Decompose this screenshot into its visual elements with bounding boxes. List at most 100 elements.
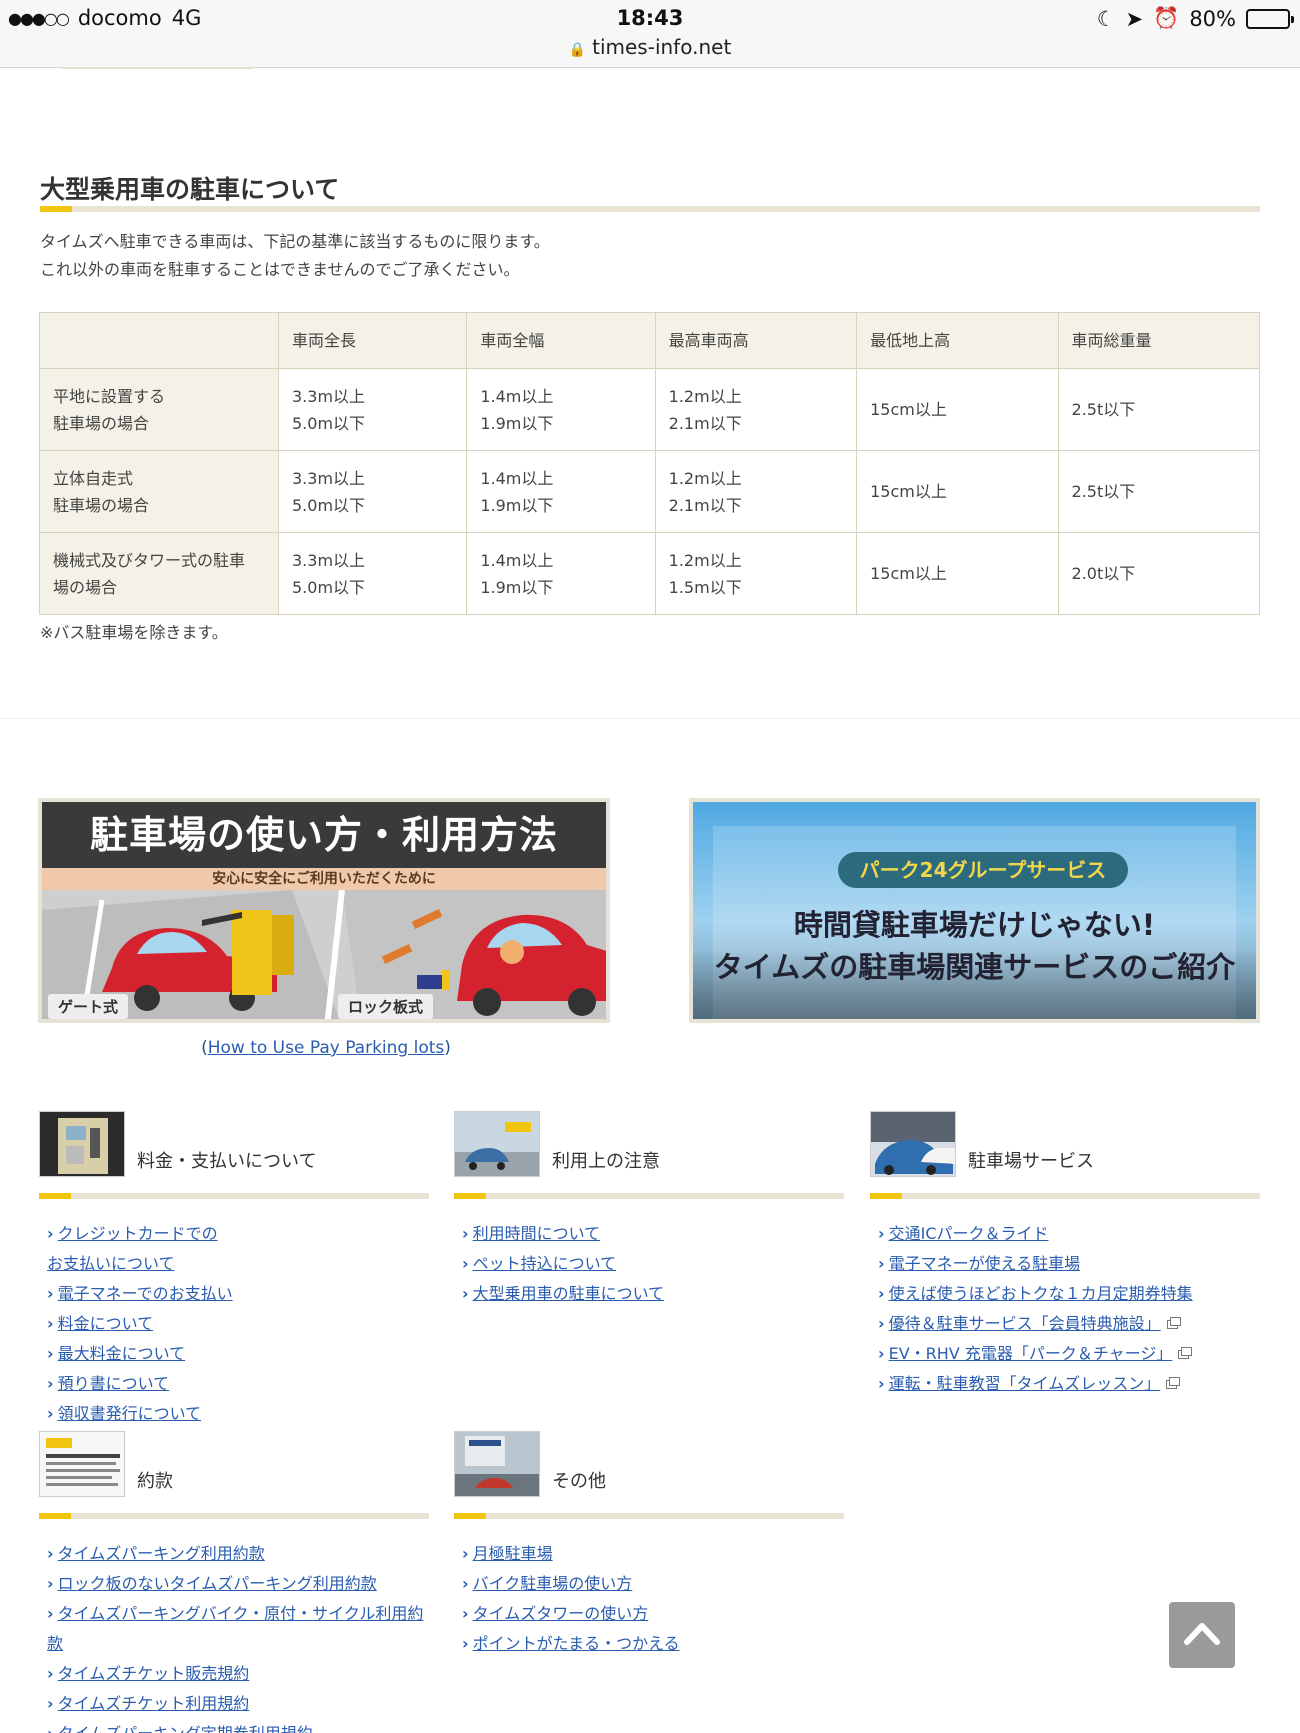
category-rule: [454, 1193, 844, 1199]
list-item[interactable]: › 預り書について: [47, 1369, 429, 1399]
list-item[interactable]: 款: [47, 1629, 429, 1659]
desc-line-2: これ以外の車両を駐車することはできませんのでご了承ください。: [40, 260, 520, 279]
chevron-right-icon: ›: [878, 1374, 885, 1393]
category-payment: 料金・支払いについて › クレジットカードでの お支払いについて › 電子マネーでの…: [39, 1111, 429, 1423]
vehicle-spec-table: 車両全長 車両全幅 最高車両高 最低地上高 車両総重量 平地に設置する 駐車場の場…: [39, 312, 1261, 615]
rule-accent: [40, 206, 72, 212]
list-item[interactable]: › EV・RHV 充電器「パーク＆チャージ」: [878, 1339, 1260, 1369]
chevron-right-icon: ›: [878, 1284, 885, 1303]
chevron-right-icon: ›: [878, 1254, 885, 1273]
cell-clearance: 15cm以上: [856, 368, 1059, 451]
list-item[interactable]: › バイク駐車場の使い方: [462, 1569, 844, 1599]
list-item[interactable]: › 交通ICパーク＆ライド: [878, 1219, 1260, 1249]
list-item[interactable]: › タイムズチケット販売規約: [47, 1659, 429, 1689]
list-item[interactable]: › タイムズタワーの使い方: [462, 1599, 844, 1629]
table-header-row: 車両全長 車両全幅 最高車両高 最低地上高 車両総重量: [39, 312, 1261, 369]
list-item[interactable]: › 利用時間について: [462, 1219, 844, 1249]
list-item[interactable]: › 電子マネーが使える駐車場: [878, 1249, 1260, 1279]
cell-weight: 2.0t以下: [1057, 532, 1261, 615]
group-service-badge: パーク24グループサービス: [838, 852, 1128, 888]
category-notes: 利用上の注意 › 利用時間について › ペット持込について › 大型乗用車の駐車につい…: [454, 1111, 844, 1311]
list-item[interactable]: › タイムズチケット利用規約: [47, 1689, 429, 1719]
category-services: 駐車場サービス › 交通ICパーク＆ライド › 電子マネーが使える駐車場 › 使えば使…: [870, 1111, 1260, 1393]
list-item[interactable]: › 大型乗用車の駐車について: [462, 1279, 844, 1309]
list-item[interactable]: › 最大料金について: [47, 1339, 429, 1369]
status-bar: ●●●○○ docomo 4G 18:43 🔒 times-info.net ☾ …: [0, 0, 1300, 68]
category-title: 駐車場サービス: [968, 1151, 1094, 1172]
list-item[interactable]: › タイムズパーキング利用約款: [47, 1539, 429, 1569]
cell-height: 1.2m以上 2.1m以下: [654, 450, 858, 533]
chevron-right-icon: ›: [47, 1224, 54, 1243]
chevron-right-icon: ›: [47, 1724, 54, 1733]
list-item[interactable]: › 電子マネーでのお支払い: [47, 1279, 429, 1309]
url-text: times-info.net: [592, 35, 732, 59]
list-item[interactable]: › 月極駐車場: [462, 1539, 844, 1569]
chevron-right-icon: ›: [47, 1404, 54, 1423]
chevron-right-icon: ›: [47, 1604, 54, 1623]
cell-width: 1.4m以上 1.9m以下: [466, 450, 656, 533]
how-to-use-banner[interactable]: 駐車場の使い方・利用方法 安心に安全にご利用いただくために ゲート式 ロック板式: [38, 798, 610, 1023]
chevron-right-icon: ›: [462, 1254, 469, 1273]
desc-line-1: タイムズへ駐車できる車両は、下記の基準に該当するものに限ります。: [40, 232, 550, 251]
parking-lot-thumb: [454, 1111, 540, 1177]
list-item[interactable]: › ロック板のないタイムズパーキング利用約款: [47, 1569, 429, 1599]
list-item[interactable]: › 使えば使うほどおトクな１カ月定期券特集: [878, 1279, 1260, 1309]
external-link-icon: [1166, 1317, 1181, 1329]
category-title: 料金・支払いについて: [137, 1151, 317, 1172]
category-rule: [870, 1193, 1260, 1199]
cell-height: 1.2m以上 1.5m以下: [654, 532, 858, 615]
list-item[interactable]: お支払いについて: [47, 1249, 429, 1279]
chevron-right-icon: ›: [462, 1604, 469, 1623]
chevron-right-icon: ›: [47, 1344, 54, 1363]
status-right: ☾ ➤ ⏰ 80%: [1097, 6, 1294, 31]
category-links: › 利用時間について › ペット持込について › 大型乗用車の駐車について: [462, 1219, 844, 1309]
chevron-right-icon: ›: [878, 1344, 885, 1363]
category-rule: [454, 1513, 844, 1519]
table-header-empty: [39, 312, 279, 369]
list-item[interactable]: › タイムズパーキングバイク・原付・サイクル利用約: [47, 1599, 429, 1629]
lock-icon: 🔒: [568, 42, 587, 58]
table-row: 機械式及びタワー式の駐車 場の場合 3.3m以上 5.0m以下 1.4m以上 1.9m…: [39, 532, 1261, 615]
section-description: タイムズへ駐車できる車両は、下記の基準に該当するものに限ります。 これ以外の車両…: [40, 228, 550, 284]
cell-weight: 2.5t以下: [1057, 450, 1261, 533]
chevron-right-icon: ›: [47, 1664, 54, 1683]
table-header-height: 最高車両高: [654, 312, 858, 369]
cell-length: 3.3m以上 5.0m以下: [277, 368, 468, 451]
list-item[interactable]: › 領収書発行について: [47, 1399, 429, 1429]
cell-clearance: 15cm以上: [856, 532, 1059, 615]
category-links: › 交通ICパーク＆ライド › 電子マネーが使える駐車場 › 使えば使うほどおトクな１…: [878, 1219, 1260, 1399]
row-head: 平地に設置する 駐車場の場合: [39, 368, 279, 451]
list-item[interactable]: › 料金について: [47, 1309, 429, 1339]
cell-width: 1.4m以上 1.9m以下: [466, 532, 656, 615]
list-item[interactable]: › ペット持込について: [462, 1249, 844, 1279]
back-to-top-button[interactable]: [1169, 1602, 1235, 1668]
row-head: 立体自走式 駐車場の場合: [39, 450, 279, 533]
table-header-width: 車両全幅: [466, 312, 656, 369]
category-title: 利用上の注意: [552, 1151, 660, 1172]
section-divider: [0, 718, 1300, 719]
category-title: 約款: [137, 1471, 173, 1492]
services-banner[interactable]: パーク24グループサービス 時間貸駐車場だけじゃない! タイムズの駐車場関連サー…: [689, 798, 1260, 1023]
list-item[interactable]: › クレジットカードでの: [47, 1219, 429, 1249]
top-divider: [62, 67, 254, 69]
how-to-use-link[interactable]: How to Use Pay Parking lots: [208, 1038, 445, 1058]
banner-subtitle: 安心に安全にご利用いただくために: [42, 868, 606, 890]
chevron-right-icon: ›: [47, 1694, 54, 1713]
table-row: 立体自走式 駐車場の場合 3.3m以上 5.0m以下 1.4m以上 1.9m以下 1.…: [39, 450, 1261, 533]
chevron-right-icon: ›: [462, 1284, 469, 1303]
list-item[interactable]: › 運転・駐車教習「タイムズレッスン」: [878, 1369, 1260, 1399]
cell-width: 1.4m以上 1.9m以下: [466, 368, 656, 451]
table-row: 平地に設置する 駐車場の場合 3.3m以上 5.0m以下 1.4m以上 1.9m以下 …: [39, 368, 1261, 451]
city-parking-thumb: [454, 1431, 540, 1497]
category-links: › 月極駐車場 › バイク駐車場の使い方 › タイムズタワーの使い方 › ポイントがたま…: [462, 1539, 844, 1659]
parking-illustration: ゲート式 ロック板式: [42, 889, 606, 1019]
address-bar[interactable]: 🔒 times-info.net: [0, 35, 1300, 59]
list-item[interactable]: › ポイントがたまる・つかえる: [462, 1629, 844, 1659]
list-item[interactable]: › 優待＆駐車サービス「会員特典施設」: [878, 1309, 1260, 1339]
list-item[interactable]: ›タイムズパーキング定期券利用規約: [47, 1719, 429, 1733]
external-link-icon: [1178, 1347, 1193, 1359]
payment-machine-thumb: [39, 1111, 125, 1177]
terms-document-thumb: [39, 1431, 125, 1497]
table-header-length: 車両全長: [277, 312, 468, 369]
chevron-right-icon: ›: [47, 1374, 54, 1393]
